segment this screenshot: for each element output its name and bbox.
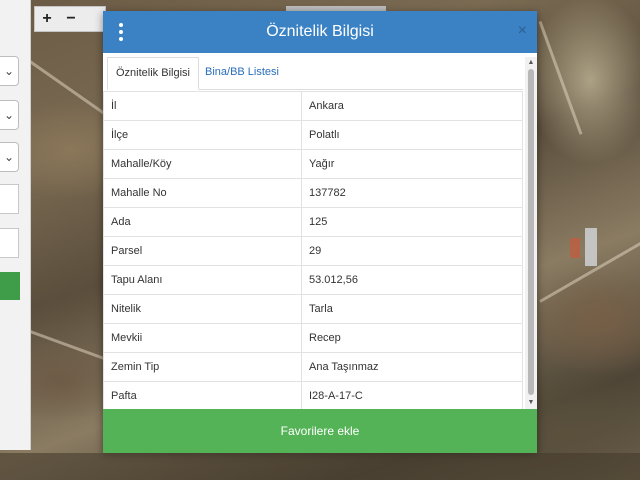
- table-row: Mahalle No 137782: [103, 178, 523, 208]
- table-row: Nitelik Tarla: [103, 294, 523, 324]
- chevron-down-icon: ⌄: [3, 150, 15, 164]
- attribute-key: Mahalle No: [103, 178, 302, 208]
- attribute-key: İl: [103, 91, 302, 121]
- table-row: Zemin Tip Ana Taşınmaz: [103, 352, 523, 382]
- sidebar-select-1[interactable]: ⌄: [0, 56, 19, 86]
- table-row: Tapu Alanı 53.012,56: [103, 265, 523, 295]
- attribute-value: Ana Taşınmaz: [301, 352, 523, 382]
- attribute-value: 53.012,56: [301, 265, 523, 295]
- attribute-key: Mevkii: [103, 323, 302, 353]
- table-row: Ada 125: [103, 207, 523, 237]
- scroll-up-arrow-icon[interactable]: ▲: [525, 57, 537, 69]
- table-row: İl Ankara: [103, 91, 523, 121]
- scroll-down-arrow-icon[interactable]: ▼: [525, 397, 537, 409]
- tab-building-list[interactable]: Bina/BB Listesi: [197, 57, 287, 88]
- map-bottom-area: [0, 453, 640, 480]
- chevron-down-icon: ⌄: [3, 108, 15, 122]
- attribute-value: Ankara: [301, 91, 523, 121]
- table-row: Mevkii Recep: [103, 323, 523, 353]
- attribute-key: Zemin Tip: [103, 352, 302, 382]
- scrollbar-thumb[interactable]: [528, 69, 534, 395]
- close-icon[interactable]: ×: [518, 22, 527, 40]
- attribute-table: İl Ankara İlçe Polatlı Mahalle/Köy Yağır Mahal…: [103, 91, 523, 409]
- attribute-key: Pafta: [103, 381, 302, 409]
- table-row: İlçe Polatlı: [103, 120, 523, 150]
- sidebar-input-2[interactable]: [0, 228, 19, 258]
- attribute-key: Ada: [103, 207, 302, 237]
- attribute-key: Mahalle/Köy: [103, 149, 302, 179]
- attribute-key: Nitelik: [103, 294, 302, 324]
- zoom-in-button[interactable]: +: [35, 7, 59, 31]
- vertical-ellipsis-icon[interactable]: [117, 23, 125, 41]
- attribute-value: Tarla: [301, 294, 523, 324]
- attribute-value: 29: [301, 236, 523, 266]
- dialog-tabs: Öznitelik Bilgisi Bina/BB Listesi: [107, 57, 523, 90]
- sidebar-select-2[interactable]: ⌄: [0, 100, 19, 130]
- attribute-value: I28-A-17-C: [301, 381, 523, 409]
- attribute-value: Yağır: [301, 149, 523, 179]
- sidebar-select-3[interactable]: ⌄: [0, 142, 19, 172]
- table-row: Pafta I28-A-17-C: [103, 381, 523, 409]
- attribute-key: Tapu Alanı: [103, 265, 302, 295]
- dialog-scrollbar[interactable]: ▲ ▼: [525, 57, 537, 409]
- table-row: Parsel 29: [103, 236, 523, 266]
- map-zoom-toolbar: + −: [34, 6, 106, 32]
- left-sidebar: ⌄ ⌄ ⌄: [0, 0, 31, 450]
- attribute-value: Polatlı: [301, 120, 523, 150]
- attribute-value: 137782: [301, 178, 523, 208]
- attribute-key: Parsel: [103, 236, 302, 266]
- table-row: Mahalle/Köy Yağır: [103, 149, 523, 179]
- sidebar-action-button[interactable]: [0, 272, 20, 300]
- attribute-key: İlçe: [103, 120, 302, 150]
- sidebar-input-1[interactable]: [0, 184, 19, 214]
- tab-attribute-info[interactable]: Öznitelik Bilgisi: [107, 57, 199, 90]
- dialog-title: Öznitelik Bilgisi: [266, 23, 374, 40]
- attribute-value: Recep: [301, 323, 523, 353]
- chevron-down-icon: ⌄: [3, 64, 15, 78]
- add-to-favorites-button[interactable]: Favorilere ekle: [103, 409, 537, 453]
- attribute-info-dialog: Öznitelik Bilgisi × Öznitelik Bilgisi Bi…: [103, 11, 537, 453]
- dialog-header: Öznitelik Bilgisi ×: [103, 11, 537, 53]
- zoom-out-button[interactable]: −: [59, 7, 83, 31]
- attribute-value: 125: [301, 207, 523, 237]
